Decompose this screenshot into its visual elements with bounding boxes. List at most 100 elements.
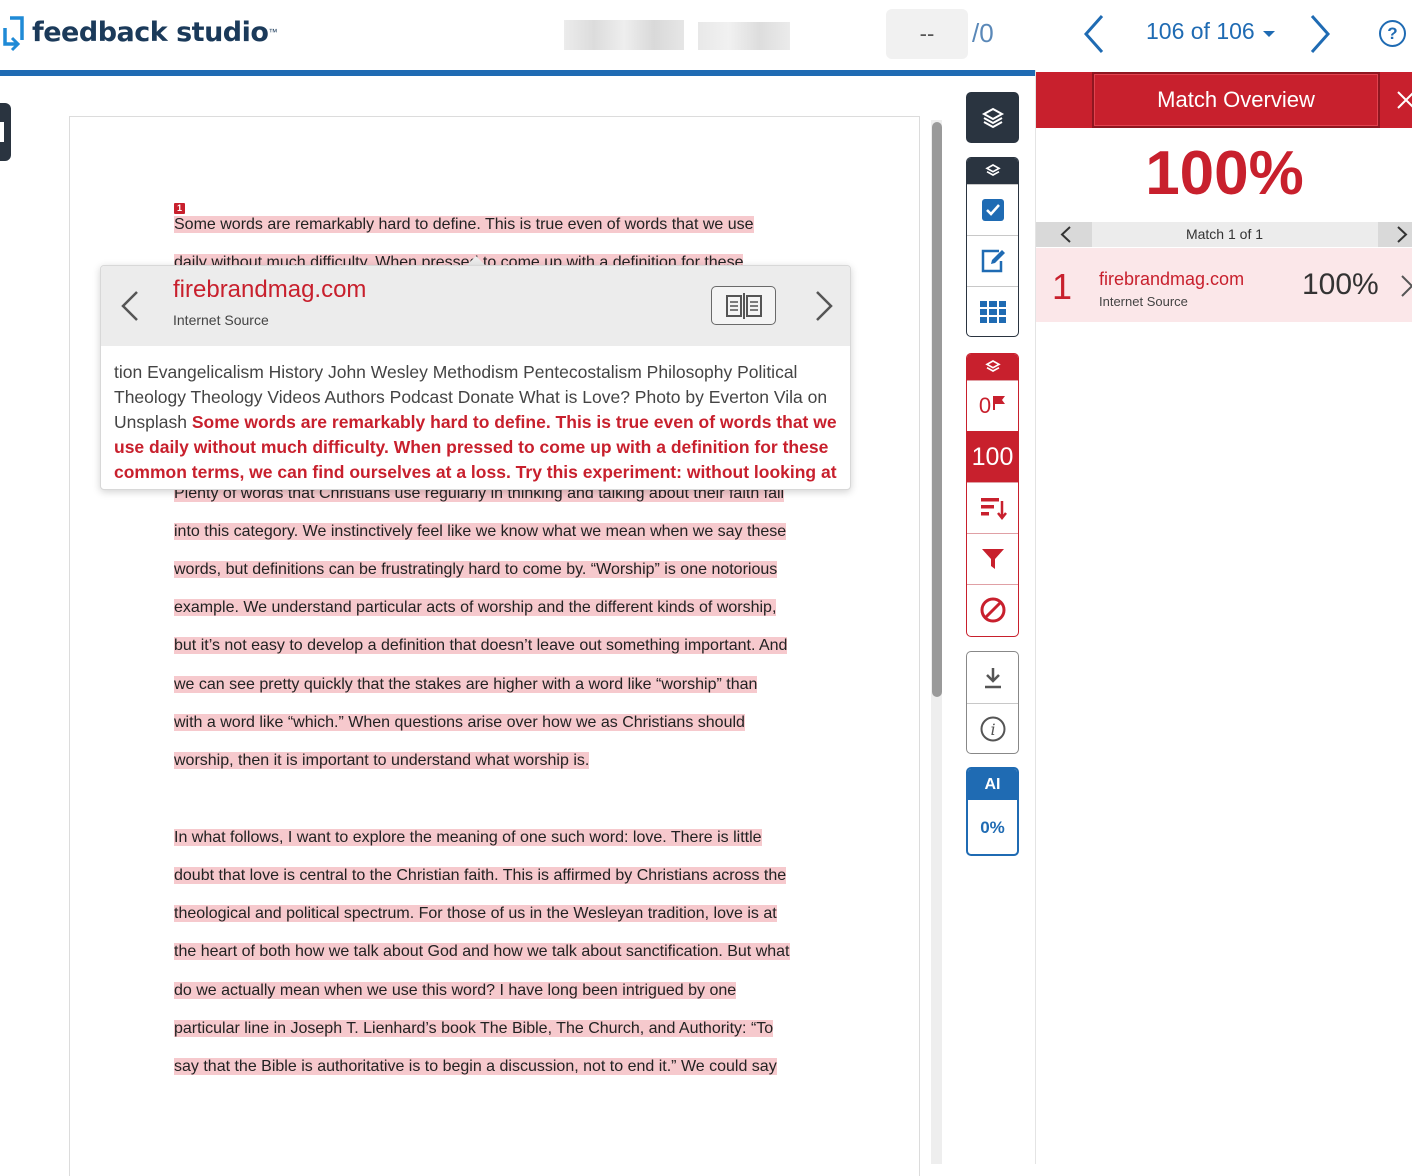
source-percent: 100% [1302, 268, 1379, 301]
all-sources-button[interactable] [967, 482, 1018, 533]
similarity-score-button[interactable]: 100 [967, 431, 1018, 482]
help-icon[interactable]: ? [1379, 20, 1406, 47]
scrollbar-thumb[interactable] [932, 122, 942, 697]
popover-previous-button[interactable] [119, 288, 141, 324]
feedback-summary-button[interactable] [967, 235, 1018, 286]
flag-icon [993, 396, 1006, 410]
ai-label: AI [968, 769, 1017, 800]
chevron-right-icon[interactable] [1400, 272, 1412, 300]
matched-text-highlight[interactable]: example. We understand particular acts o… [174, 599, 777, 616]
matched-text-highlight[interactable]: In what follows, I want to explore the m… [174, 829, 762, 846]
prohibited-icon [980, 597, 1005, 623]
match-navigator: Match 1 of 1 [1036, 222, 1412, 247]
document-line: doubt that love is central to the Christ… [174, 867, 787, 885]
similarity-tools-group: 0 100 [966, 353, 1019, 637]
popover-source-type: Internet Source [173, 312, 269, 328]
match-source-popover: firebrandmag.com Internet Source tion Ev… [100, 265, 851, 490]
source-number: 1 [1052, 266, 1073, 307]
document-line: the heart of both how we talk about God … [174, 943, 790, 961]
filters-button[interactable] [967, 533, 1018, 584]
redacted-student-name [564, 20, 684, 50]
layers-icon [981, 107, 1004, 128]
source-type: Internet Source [1099, 294, 1188, 309]
matched-text-highlight[interactable]: theological and political spectrum. For … [174, 905, 777, 922]
app-header: feedback studio ™ -- /0 106 of 106 ? [0, 0, 1412, 70]
grading-layer-cap[interactable] [967, 158, 1018, 184]
matched-text-highlight[interactable]: the heart of both how we talk about God … [174, 943, 790, 960]
matched-text-highlight[interactable]: words, but definitions can be frustratin… [174, 561, 778, 578]
quickmarks-button[interactable] [967, 184, 1018, 235]
redacted-assignment-name [698, 22, 790, 50]
matched-text-highlight[interactable]: with a word like “which.” When questions… [174, 714, 745, 731]
info-icon: i [980, 716, 1005, 742]
panel-title: Match Overview [1092, 72, 1380, 128]
document-line: we can see pretty quickly that the stake… [174, 676, 758, 694]
matched-text-highlight[interactable]: into this category. We instinctively fee… [174, 523, 787, 540]
popover-header: firebrandmag.com Internet Source [101, 266, 850, 346]
ai-writing-group[interactable]: AI 0% [966, 767, 1019, 856]
document-line: words, but definitions can be frustratin… [174, 561, 778, 579]
excluded-sources-button[interactable] [967, 584, 1018, 635]
compare-icon [725, 292, 762, 319]
sort-list-icon [980, 498, 1007, 521]
similarity-layer-cap[interactable] [967, 354, 1018, 380]
logo-icon [2, 14, 28, 52]
excerpt-matched-text: Some words are remarkably hard to define… [114, 412, 837, 489]
document-line: theological and political spectrum. For … [174, 905, 777, 923]
overall-similarity-percent: 100% [1145, 139, 1304, 208]
layers-button[interactable] [966, 92, 1019, 143]
matched-text-highlight[interactable]: do we actually mean when we use this wor… [174, 982, 737, 999]
rubric-button[interactable] [967, 286, 1018, 336]
panel-header: Match Overview [1036, 72, 1412, 128]
svg-text:i: i [990, 720, 995, 739]
paper-count-label: 106 of 106 [1146, 18, 1255, 44]
edit-icon [981, 249, 1005, 273]
matched-text-highlight[interactable]: Some words are remarkably hard to define… [174, 216, 754, 233]
source-list-item[interactable]: 1 firebrandmag.com Internet Source 100% [1036, 248, 1412, 322]
paper-selector[interactable]: 106 of 106 [1146, 18, 1275, 45]
matched-text-highlight[interactable]: worship, then it is important to underst… [174, 752, 590, 769]
document-line: but it’s not easy to develop a definitio… [174, 637, 788, 655]
grade-input[interactable]: -- [886, 9, 968, 59]
popover-source-excerpt: tion Evangelicalism History John Wesley … [114, 360, 839, 489]
filter-icon [981, 549, 1004, 569]
matched-text-highlight[interactable]: doubt that love is central to the Christ… [174, 867, 787, 884]
document-line: In what follows, I want to explore the m… [174, 829, 762, 847]
grade-total: /0 [972, 18, 994, 48]
document-line: into this category. We instinctively fee… [174, 523, 787, 541]
layers-icon [984, 164, 1001, 176]
document-line: Some words are remarkably hard to define… [174, 216, 754, 234]
matched-text-highlight[interactable]: but it’s not easy to develop a definitio… [174, 637, 788, 654]
matched-text-highlight[interactable]: particular line in Joseph T. Lienhard’s … [174, 1020, 774, 1037]
match-marker[interactable]: 1 [174, 203, 185, 214]
match-nav-label: Match 1 of 1 [1185, 226, 1264, 242]
header-accent-bar [0, 70, 1035, 76]
side-by-side-compare-button[interactable] [711, 286, 776, 325]
popover-next-button[interactable] [813, 288, 835, 324]
next-paper-button[interactable] [1302, 12, 1336, 56]
document-line: do we actually mean when we use this wor… [174, 982, 737, 1000]
matched-text-highlight[interactable]: we can see pretty quickly that the stake… [174, 676, 758, 693]
flags-button[interactable]: 0 [967, 380, 1018, 431]
popover-source-name[interactable]: firebrandmag.com [173, 276, 366, 304]
flags-count: 0 [978, 393, 992, 418]
chevron-down-icon [1262, 30, 1275, 37]
file-tools-group: i [966, 651, 1019, 754]
checkbox-icon [981, 199, 1004, 221]
document-line: particular line in Joseph T. Lienhard’s … [174, 1020, 774, 1038]
previous-paper-button[interactable] [1078, 12, 1112, 56]
matched-text-highlight[interactable]: say that the Bible is authoritative is t… [174, 1058, 777, 1075]
document-line: example. We understand particular acts o… [174, 599, 777, 617]
submission-info-button[interactable]: i [967, 703, 1018, 753]
source-name[interactable]: firebrandmag.com [1099, 269, 1244, 290]
download-button[interactable] [967, 652, 1018, 703]
document-line: say that the Bible is authoritative is t… [174, 1058, 777, 1076]
layers-icon [984, 360, 1001, 372]
next-match-button[interactable] [1378, 222, 1412, 247]
close-icon[interactable] [1394, 84, 1412, 116]
match-overview-panel: Match Overview 100% Match 1 of 1 1 fireb… [1035, 70, 1412, 1164]
document-line: worship, then it is important to underst… [174, 752, 590, 770]
grading-tools-group [966, 157, 1019, 337]
ai-score: 0% [980, 818, 1005, 837]
logo-text: feedback studio [32, 16, 269, 48]
